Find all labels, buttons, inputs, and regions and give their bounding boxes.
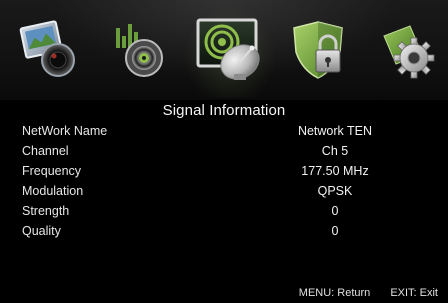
exit-hint: EXIT: Exit xyxy=(390,287,438,299)
value-frequency: 177.50 MHz xyxy=(301,164,369,178)
value-strength: 0 xyxy=(331,204,339,218)
footer-hints: MENU: Return EXIT: Exit xyxy=(279,287,438,299)
value-network-name: Network TEN xyxy=(297,124,373,138)
label-modulation: Modulation xyxy=(22,184,84,198)
row-quality: Quality 0 xyxy=(22,221,426,241)
label-quality: Quality xyxy=(22,224,61,238)
setup-gear-icon[interactable] xyxy=(370,14,442,86)
channel-satellite-icon[interactable] xyxy=(194,12,272,90)
row-strength: Strength 0 xyxy=(22,201,426,221)
signal-info-list: NetWork Name Network TEN Channel Ch 5 Fr… xyxy=(22,121,426,241)
row-network-name: NetWork Name Network TEN xyxy=(22,121,426,141)
menu-return-hint: MENU: Return xyxy=(298,287,371,299)
main-menu-icon-bar xyxy=(0,0,448,100)
row-frequency: Frequency 177.50 MHz xyxy=(22,161,426,181)
row-channel: Channel Ch 5 xyxy=(22,141,426,161)
value-channel: Ch 5 xyxy=(321,144,349,158)
tv-osd-screen: Signal Information NetWork Name Network … xyxy=(0,0,448,303)
value-quality: 0 xyxy=(331,224,339,238)
label-frequency: Frequency xyxy=(22,164,82,178)
picture-icon[interactable] xyxy=(14,14,86,86)
value-modulation: QPSK xyxy=(317,184,353,198)
sound-icon[interactable] xyxy=(104,14,176,86)
lock-icon[interactable] xyxy=(284,14,356,86)
row-modulation: Modulation QPSK xyxy=(22,181,426,201)
label-network-name: NetWork Name xyxy=(22,124,108,138)
label-channel: Channel xyxy=(22,144,69,158)
page-title: Signal Information xyxy=(162,102,286,119)
label-strength: Strength xyxy=(22,204,70,218)
